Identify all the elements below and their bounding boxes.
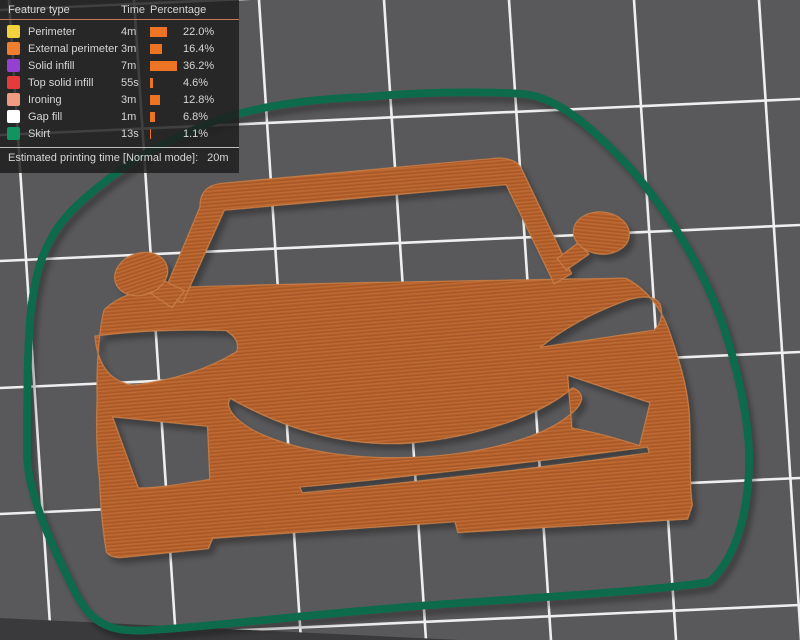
feature-color-swatch bbox=[7, 25, 20, 38]
feature-type-label: Perimeter bbox=[28, 25, 76, 38]
feature-type-label: Skirt bbox=[28, 127, 50, 140]
estimated-time-label: Estimated printing time [Normal mode]: bbox=[8, 152, 199, 164]
feature-time: 1m bbox=[121, 110, 137, 123]
feature-time: 13s bbox=[121, 127, 139, 140]
feature-percentage-bar bbox=[150, 44, 162, 54]
feature-percentage: 16.4% bbox=[183, 42, 215, 55]
feature-type-label: Ironing bbox=[28, 93, 62, 106]
estimated-time: Estimated printing time [Normal mode]: 20… bbox=[8, 153, 229, 164]
feature-color-swatch bbox=[7, 42, 20, 55]
legend-divider-bottom bbox=[0, 147, 239, 148]
feature-percentage: 22.0% bbox=[183, 25, 215, 38]
feature-time: 4m bbox=[121, 25, 137, 38]
feature-time: 55s bbox=[121, 76, 139, 89]
feature-time: 3m bbox=[121, 42, 137, 55]
legend-header: Feature type Time Percentage bbox=[0, 0, 239, 19]
feature-type-label: Solid infill bbox=[28, 59, 75, 72]
legend-row: Perimeter 4m 22.0% bbox=[0, 23, 239, 40]
legend-divider-top bbox=[0, 19, 239, 20]
feature-percentage-bar bbox=[150, 78, 153, 88]
feature-percentage: 1.1% bbox=[183, 127, 209, 140]
feature-percentage-bar bbox=[150, 129, 151, 139]
feature-percentage: 4.6% bbox=[183, 76, 209, 89]
legend-row: Solid infill 7m 36.2% bbox=[0, 57, 239, 74]
feature-percentage-bar bbox=[150, 112, 155, 122]
feature-percentage-bar bbox=[150, 27, 167, 37]
header-time: Time bbox=[121, 4, 146, 16]
slicer-preview-window: Feature type Time Percentage Perimeter 4… bbox=[0, 0, 800, 640]
legend-row: External perimeter 3m 16.4% bbox=[0, 40, 239, 57]
legend-rows: Perimeter 4m 22.0% External perimeter 3m… bbox=[0, 23, 239, 142]
feature-color-swatch bbox=[7, 93, 20, 106]
feature-type-label: Top solid infill bbox=[28, 76, 94, 89]
feature-percentage: 6.8% bbox=[183, 110, 209, 123]
legend-row: Top solid infill 55s 4.6% bbox=[0, 74, 239, 91]
feature-time: 3m bbox=[121, 93, 137, 106]
legend-row: Ironing 3m 12.8% bbox=[0, 91, 239, 108]
legend-panel: Feature type Time Percentage Perimeter 4… bbox=[0, 0, 239, 173]
feature-percentage: 12.8% bbox=[183, 93, 215, 106]
feature-type-label: External perimeter bbox=[28, 42, 118, 55]
header-feature-type: Feature type bbox=[8, 4, 70, 16]
feature-time: 7m bbox=[121, 59, 137, 72]
feature-color-swatch bbox=[7, 127, 20, 140]
legend-row: Skirt 13s 1.1% bbox=[0, 125, 239, 142]
feature-color-swatch bbox=[7, 110, 20, 123]
feature-percentage-bar bbox=[150, 61, 177, 71]
feature-type-label: Gap fill bbox=[28, 110, 63, 123]
header-percentage: Percentage bbox=[150, 4, 207, 16]
feature-color-swatch bbox=[7, 76, 20, 89]
estimated-time-value: 20m bbox=[207, 152, 229, 164]
feature-percentage-bar bbox=[150, 95, 160, 105]
legend-row: Gap fill 1m 6.8% bbox=[0, 108, 239, 125]
feature-percentage: 36.2% bbox=[183, 59, 215, 72]
feature-color-swatch bbox=[7, 59, 20, 72]
